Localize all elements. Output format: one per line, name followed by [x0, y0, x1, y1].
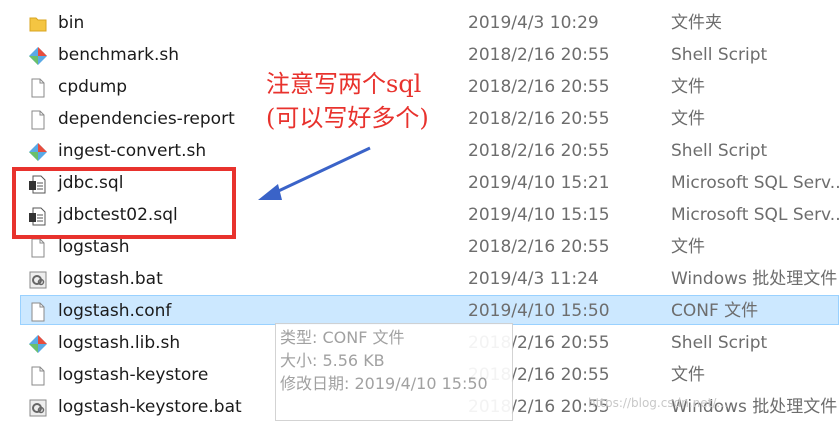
- tooltip-type: 类型: CONF 文件: [280, 328, 405, 347]
- tooltip-modified: 修改日期: 2019/4/10 15:50: [280, 374, 488, 393]
- tooltip-size: 大小: 5.56 KB: [280, 351, 385, 370]
- file-tooltip: 类型: CONF 文件 大小: 5.56 KB 修改日期: 2019/4/10 …: [275, 323, 513, 421]
- watermark: https://blog.csdn.net/...: [588, 396, 728, 410]
